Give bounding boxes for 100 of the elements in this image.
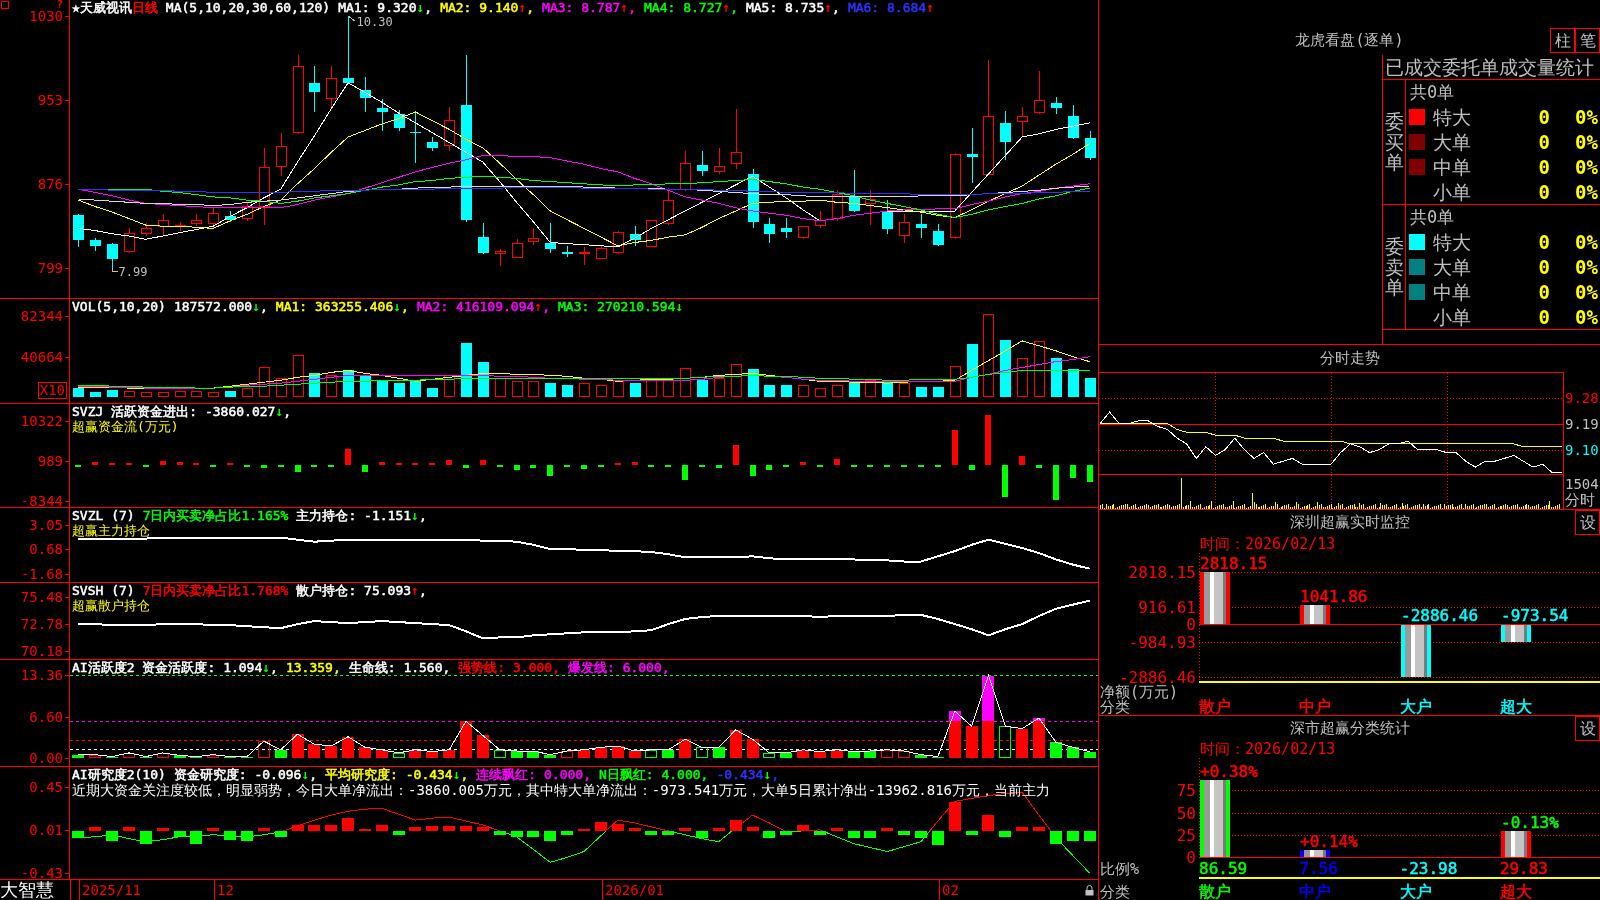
date-label: 2025/11 (79, 880, 141, 900)
axis-label: 0 (1186, 616, 1196, 632)
category-label: 散户 (1199, 698, 1231, 715)
value-label: -973.54 (1501, 606, 1569, 625)
order-size-label: 大单 (1433, 130, 1472, 153)
view-toggle-button[interactable]: 柱 (1550, 28, 1575, 53)
candlestick (158, 213, 169, 237)
order-size-label: 中单 (1433, 155, 1472, 178)
indicator-label: MA3: 8.787↑, (542, 0, 636, 15)
date-label: 2026/01 (602, 880, 664, 900)
value-label: 1041.86 (1300, 586, 1368, 606)
indicator-label: 7日内买卖净占比1.165% (142, 508, 289, 523)
indicator-label: -0.434↓, (716, 767, 780, 782)
value-label: 2818.15 (1200, 554, 1268, 573)
candlestick (410, 111, 421, 164)
candlestick (427, 136, 438, 152)
axis-label: 25 (1176, 827, 1196, 843)
order-share: 0% (1575, 180, 1598, 203)
time-label: 时间：2026/02/13 (1200, 535, 1336, 553)
candlestick (444, 106, 455, 152)
candlestick (865, 189, 876, 226)
candlestick (781, 217, 792, 239)
candlestick (933, 223, 944, 247)
indicator-label: MA2: 9.140↑, (440, 0, 535, 15)
indicator-label: SVZL (7) (72, 508, 135, 523)
candlestick (124, 227, 135, 254)
axis-label: 876 (37, 177, 69, 190)
candlestick (90, 237, 101, 252)
order-size-label: 中单 (1433, 280, 1472, 303)
axis-label: 50 (1176, 805, 1196, 821)
candlestick (697, 150, 708, 177)
indicator-label: AI活跃度2 (72, 660, 135, 675)
indicator-label: MA2: 416109.094↑, (416, 299, 550, 314)
order-size-label: 特大 (1433, 105, 1472, 128)
candlestick (73, 213, 84, 248)
candlestick (478, 222, 489, 255)
help-button[interactable]: ? (56, 0, 63, 10)
candlestick (309, 65, 320, 113)
axis-label: 3.05 (29, 518, 69, 531)
category-label: 中户 (1299, 698, 1332, 715)
axis-label: 10322 (20, 415, 69, 427)
candlestick (276, 132, 287, 177)
order-count: 0 (1538, 130, 1550, 153)
candlestick (175, 221, 186, 232)
order-share: 0% (1575, 230, 1598, 253)
indicator-label: 资金研究度: -0.096↓, (173, 767, 318, 782)
candlestick (107, 242, 118, 269)
candlestick (967, 127, 978, 184)
view-toggle-button[interactable]: 笔 (1575, 28, 1600, 53)
order-share: 0% (1575, 305, 1598, 328)
candlestick (663, 187, 674, 226)
indicator-label: 强势线: 3.000, (458, 660, 560, 675)
square-icon (1, 1, 9, 9)
axis-label: 799 (37, 261, 69, 274)
value-label: 7.56 (1299, 860, 1338, 877)
order-count: 0 (1538, 230, 1550, 253)
order-share: 0% (1575, 255, 1598, 278)
indicator-label: 主力持仓: -1.151↓, (296, 508, 427, 523)
candlestick (596, 245, 607, 260)
candlestick (1051, 96, 1062, 115)
settings-button[interactable]: 设 (1575, 716, 1600, 741)
indicator-label: MA(5,10,20,30,60,120) (165, 0, 331, 15)
axis-label: 75.48 (20, 590, 69, 603)
lock-icon[interactable] (1085, 885, 1094, 896)
indicator-label: 资金活跃度: 1.094↓, (142, 660, 278, 675)
indicator-label: 散户持仓: 75.093↑, (296, 583, 427, 598)
candlestick (208, 207, 219, 229)
order-size-label: 大单 (1433, 255, 1472, 278)
order-size-label: 特大 (1433, 230, 1472, 253)
axis-label: 9.28 (1565, 390, 1599, 405)
candlestick (1068, 105, 1079, 140)
table-title: 已成交委托单成交量统计 (1383, 55, 1600, 80)
axis-label: 分时 (1565, 492, 1595, 509)
date-label: 12 (214, 880, 234, 900)
candlestick (562, 245, 573, 258)
indicator-label: MA4: 8.727↑, (644, 0, 738, 15)
axis-label: -0.43 (20, 867, 69, 880)
axis-title: 净额(万元) (1100, 685, 1179, 700)
candlestick (899, 213, 910, 244)
order-total: 共0单 (1409, 206, 1455, 229)
category-label: 超大 (1499, 698, 1532, 715)
settings-button[interactable]: 设 (1575, 510, 1600, 535)
indicator-label: SVZJ (72, 404, 104, 419)
candlestick (360, 76, 371, 113)
order-count: 0 (1538, 180, 1550, 203)
indicator-label: 7日内买卖净占比1.768% (142, 583, 289, 598)
candlestick (832, 189, 843, 222)
axis-label: 953 (37, 94, 69, 107)
order-share: 0% (1575, 105, 1598, 128)
indicator-label: VOL(5,10,20) (72, 299, 166, 314)
axis-label: 1030 (29, 10, 69, 23)
value-label: -23.98 (1399, 860, 1458, 877)
indicator-label: 187572.000↓, (173, 299, 268, 314)
axis-label: 0.00 (29, 752, 69, 765)
order-share: 0% (1575, 280, 1598, 303)
candlestick (528, 227, 539, 246)
candlestick (326, 65, 337, 110)
indicator-label: 活跃资金进出: -3860.027↓, (111, 404, 292, 419)
candlestick (613, 230, 624, 255)
order-size-label: 小单 (1433, 180, 1472, 203)
